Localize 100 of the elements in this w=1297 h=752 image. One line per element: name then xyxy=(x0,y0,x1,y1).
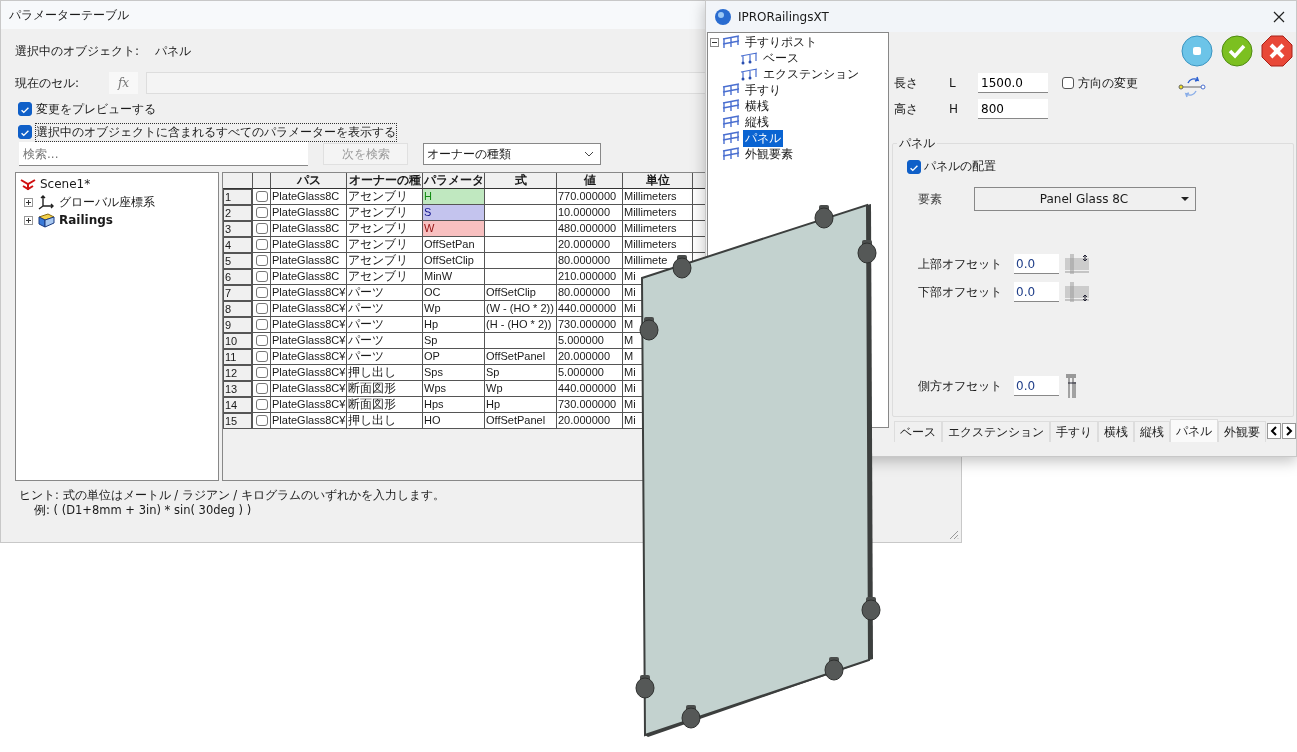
tab[interactable]: エクステンション xyxy=(942,421,1050,442)
column-header[interactable]: パラメータ xyxy=(423,173,485,189)
tree-item[interactable]: ベース xyxy=(761,49,801,67)
element-dropdown[interactable]: Panel Glass 8C xyxy=(974,187,1196,211)
checkbox-label[interactable]: 変更をプレビューする xyxy=(36,100,156,118)
checkbox[interactable] xyxy=(255,303,268,314)
table-cell: 断面図形 xyxy=(347,397,423,413)
table-cell xyxy=(485,189,557,205)
table-cell xyxy=(485,237,557,253)
checkbox[interactable] xyxy=(907,159,921,174)
formula-button[interactable]: fx xyxy=(109,72,138,94)
close-icon[interactable] xyxy=(1273,10,1285,23)
checkbox[interactable] xyxy=(1062,77,1074,89)
expand-icon[interactable] xyxy=(24,197,33,207)
flip-direction-icon[interactable] xyxy=(1178,74,1206,100)
tree-item[interactable]: 縦桟 xyxy=(743,113,771,131)
row-number: 2 xyxy=(223,205,253,221)
row-number: 5 xyxy=(223,253,253,269)
tree-item[interactable]: Railings xyxy=(59,213,113,227)
column-header[interactable]: 単位 xyxy=(623,173,693,189)
checkbox[interactable] xyxy=(255,239,268,250)
checkbox[interactable] xyxy=(255,271,268,282)
tab[interactable]: 外観要 xyxy=(1218,421,1266,442)
table-cell xyxy=(485,253,557,269)
checkbox[interactable] xyxy=(255,319,268,330)
cancel-button[interactable] xyxy=(1261,35,1293,67)
tree-item[interactable]: 外観要素 xyxy=(743,145,795,163)
glass-clamp xyxy=(814,205,834,229)
table-cell: 80.000000 xyxy=(557,285,623,301)
collapse-icon[interactable] xyxy=(710,37,719,47)
checkbox[interactable] xyxy=(255,367,268,378)
tree-item[interactable]: Scene1* xyxy=(40,177,91,191)
tree-item[interactable]: エクステンション xyxy=(761,65,861,83)
tab[interactable]: 手すり xyxy=(1050,421,1098,442)
table-cell: 20.000000 xyxy=(557,413,623,429)
tree-item[interactable]: 手すりポスト xyxy=(743,33,819,51)
table-cell: PlateGlass8C¥ xyxy=(271,317,347,333)
chevron-right-icon[interactable] xyxy=(1282,423,1296,439)
owner-type-dropdown[interactable]: オーナーの種類 xyxy=(423,143,601,165)
checkbox-label[interactable]: パネルの配置 xyxy=(924,158,996,175)
current-cell-field[interactable] xyxy=(146,72,706,94)
table-cell: 5.000000 xyxy=(557,333,623,349)
table-cell: Sp xyxy=(423,333,485,349)
table-cell: Sp xyxy=(485,365,557,381)
offset-field[interactable]: 0.0 xyxy=(1014,376,1059,396)
offset-field[interactable]: 0.0 xyxy=(1014,254,1059,274)
offset-field[interactable]: 0.0 xyxy=(1014,282,1059,302)
checkbox[interactable] xyxy=(255,335,268,346)
table-cell: 10.000000 xyxy=(557,205,623,221)
checkbox[interactable] xyxy=(255,399,268,410)
checkbox[interactable] xyxy=(255,207,268,218)
checkbox[interactable] xyxy=(255,255,268,266)
hint-text: ヒント: 式の単位はメートル / ラジアン / キログラムのいずれかを入力します。 xyxy=(19,488,446,503)
chevron-down-icon xyxy=(584,151,594,157)
checkbox[interactable] xyxy=(255,287,268,298)
checkbox[interactable] xyxy=(255,351,268,362)
checkbox[interactable] xyxy=(18,125,32,139)
chevron-left-icon[interactable] xyxy=(1267,423,1281,439)
checkbox[interactable] xyxy=(255,191,268,202)
offset-diagram-icon xyxy=(1065,254,1089,274)
tab[interactable]: パネル xyxy=(1170,419,1218,442)
tab[interactable]: ベース xyxy=(894,421,942,442)
ok-button[interactable] xyxy=(1221,35,1253,67)
search-field[interactable]: 検索... xyxy=(19,142,308,166)
checkbox[interactable] xyxy=(18,102,32,116)
scene-icon xyxy=(20,177,36,191)
table-cell: アセンブリ xyxy=(347,221,423,237)
tab[interactable]: 横桟 xyxy=(1098,421,1134,442)
table-cell: 210.000000 xyxy=(557,269,623,285)
checkbox[interactable] xyxy=(255,223,268,234)
table-cell: Wp xyxy=(485,381,557,397)
table-cell: 480.000000 xyxy=(557,221,623,237)
checkbox[interactable] xyxy=(255,383,268,394)
dimension-field[interactable]: 1500.0 xyxy=(978,73,1048,93)
column-header[interactable]: オーナーの種 xyxy=(347,173,423,189)
column-header[interactable]: 式 xyxy=(485,173,557,189)
apply-button[interactable] xyxy=(1181,35,1213,67)
tree-item[interactable]: グローバル座標系 xyxy=(59,193,155,211)
row-number: 13 xyxy=(223,381,253,397)
column-header[interactable]: パス xyxy=(271,173,347,189)
offset-label: 下部オフセット xyxy=(918,283,1003,301)
expand-icon[interactable] xyxy=(24,215,33,225)
tree-item[interactable]: 手すり xyxy=(743,81,783,99)
tree-item[interactable]: パネル xyxy=(743,129,783,147)
column-header[interactable]: 値 xyxy=(557,173,623,189)
table-cell: 断面図形 xyxy=(347,381,423,397)
checkbox[interactable] xyxy=(255,415,268,426)
tree-item[interactable]: 横桟 xyxy=(743,97,771,115)
glass-clamp xyxy=(672,255,692,279)
table-cell: OC xyxy=(423,285,485,301)
resize-grip-icon[interactable] xyxy=(947,528,959,540)
element-label: 要素 xyxy=(918,190,943,208)
table-cell: 440.000000 xyxy=(557,381,623,397)
checkbox-label[interactable]: 方向の変更 xyxy=(1078,74,1138,92)
table-cell: PlateGlass8C xyxy=(271,221,347,237)
table-cell: OffSetClip xyxy=(423,253,485,269)
window-title: IPRORailingsXT xyxy=(738,9,830,24)
checkbox-label[interactable]: 選択中のオブジェクトに含まれるすべてのパラメーターを表示する xyxy=(36,123,396,141)
tab[interactable]: 縦桟 xyxy=(1134,421,1170,442)
dimension-field[interactable]: 800 xyxy=(978,99,1048,119)
